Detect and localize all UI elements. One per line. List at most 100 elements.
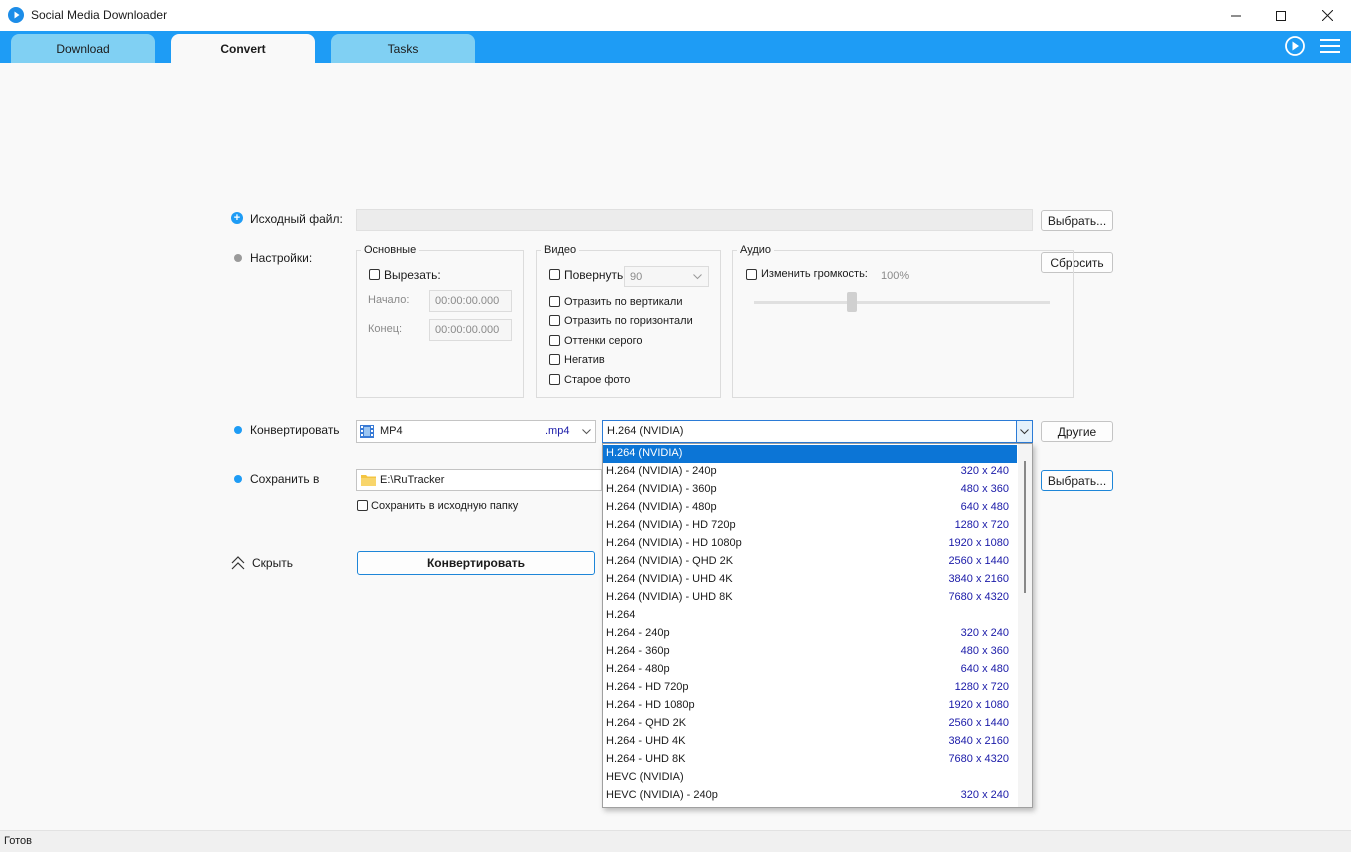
codec-option-resolution: 1280 x 720 xyxy=(954,519,1009,531)
codec-option-name: H.264 (NVIDIA) - HD 1080p xyxy=(606,537,742,549)
flip-vertical-label: Отразить по вертикали xyxy=(564,296,683,308)
negative-label: Негатив xyxy=(564,354,605,366)
minimize-button[interactable] xyxy=(1213,0,1259,31)
chevron-down-icon xyxy=(582,429,591,435)
start-time-field[interactable]: 00:00:00.000 xyxy=(429,290,512,312)
codec-option[interactable]: H.264 (NVIDIA) - 360p 480 x 360 xyxy=(603,481,1017,499)
settings-label: Настройки: xyxy=(250,251,313,265)
browse-source-button[interactable]: Выбрать... xyxy=(1041,210,1113,231)
codec-option[interactable]: H.264 (NVIDIA) - UHD 8K 7680 x 4320 xyxy=(603,589,1017,607)
format-select[interactable]: MP4 .mp4 xyxy=(356,420,596,443)
codec-option-name: H.264 (NVIDIA) - 360p xyxy=(606,483,717,495)
status-text: Готов xyxy=(4,835,32,847)
codec-option[interactable]: H.264 - 360p 480 x 360 xyxy=(603,643,1017,661)
codec-option[interactable]: H.264 - QHD 2K 2560 x 1440 xyxy=(603,715,1017,733)
codec-option-resolution: 320 x 240 xyxy=(960,789,1009,801)
source-file-label: Исходный файл: xyxy=(250,212,343,226)
codec-option-name: H.264 - QHD 2K xyxy=(606,717,687,729)
hamburger-icon[interactable] xyxy=(1320,37,1340,55)
codec-option-resolution: 3840 x 2160 xyxy=(948,573,1009,585)
codec-option[interactable]: H.264 (NVIDIA) xyxy=(603,445,1017,463)
format-extension: .mp4 xyxy=(545,425,570,437)
codec-option-name: H.264 - 360p xyxy=(606,645,670,657)
grayscale-checkbox[interactable] xyxy=(549,335,560,346)
codec-option-resolution: 1920 x 1080 xyxy=(948,537,1009,549)
save-path: E:\RuTracker xyxy=(380,474,445,486)
other-formats-button[interactable]: Другие xyxy=(1041,421,1113,442)
dropdown-scrollbar-thumb[interactable] xyxy=(1024,461,1026,593)
codec-option[interactable]: H.264 (NVIDIA) - UHD 4K 3840 x 2160 xyxy=(603,571,1017,589)
codec-option-resolution: 480 x 360 xyxy=(960,645,1009,657)
rotate-select[interactable]: 90 xyxy=(624,266,709,287)
play-circle-icon[interactable] xyxy=(1284,35,1306,57)
volume-slider-track[interactable] xyxy=(754,301,1050,304)
status-bar: Готов xyxy=(0,830,1351,852)
codec-option-name: H.264 - HD 1080p xyxy=(606,699,695,711)
codec-option[interactable]: H.264 - 480p 640 x 480 xyxy=(603,661,1017,679)
codec-option-resolution: 3840 x 2160 xyxy=(948,735,1009,747)
codec-option-resolution: 640 x 480 xyxy=(960,501,1009,513)
codec-option-name: H.264 (NVIDIA) - UHD 4K xyxy=(606,573,733,585)
codec-option[interactable]: H.264 - HD 720p 1280 x 720 xyxy=(603,679,1017,697)
flip-vertical-checkbox[interactable] xyxy=(549,296,560,307)
codec-option[interactable]: H.264 (NVIDIA) - HD 720p 1280 x 720 xyxy=(603,517,1017,535)
window-title: Social Media Downloader xyxy=(31,8,168,22)
codec-dropdown-button[interactable] xyxy=(1016,421,1032,442)
save-label: Сохранить в xyxy=(250,472,320,486)
codec-option-name: H.264 (NVIDIA) - UHD 8K xyxy=(606,591,733,603)
rotate-checkbox[interactable] xyxy=(549,269,560,280)
codec-option-name: H.264 xyxy=(606,609,636,621)
volume-checkbox[interactable] xyxy=(746,269,757,280)
old-photo-checkbox[interactable] xyxy=(549,374,560,385)
volume-slider-thumb[interactable] xyxy=(846,292,857,312)
negative-checkbox[interactable] xyxy=(549,354,560,365)
codec-option[interactable]: H.264 xyxy=(603,607,1017,625)
codec-select[interactable]: H.264 (NVIDIA) xyxy=(602,420,1033,443)
codec-option[interactable]: H.264 (NVIDIA) - 480p 640 x 480 xyxy=(603,499,1017,517)
codec-option[interactable]: H.264 (NVIDIA) - HD 1080p 1920 x 1080 xyxy=(603,535,1017,553)
codec-option[interactable]: HEVC (NVIDIA) xyxy=(603,769,1017,787)
rotate-value: 90 xyxy=(630,270,643,283)
hide-label[interactable]: Скрыть xyxy=(252,556,293,570)
codec-option[interactable]: H.264 - UHD 4K 3840 x 2160 xyxy=(603,733,1017,751)
settings-bullet-icon xyxy=(234,254,242,262)
same-folder-checkbox[interactable] xyxy=(357,500,368,511)
codec-option[interactable]: H.264 (NVIDIA) - QHD 2K 2560 x 1440 xyxy=(603,553,1017,571)
save-path-field[interactable]: E:\RuTracker xyxy=(356,469,602,491)
cut-checkbox[interactable] xyxy=(369,269,380,280)
dropdown-scrollbar[interactable] xyxy=(1018,444,1032,807)
collapse-icon[interactable] xyxy=(231,556,245,570)
format-name: MP4 xyxy=(380,425,403,437)
codec-dropdown-list: H.264 (NVIDIA) H.264 (NVIDIA) - 240p 320 x… xyxy=(602,443,1033,808)
chevron-down-icon xyxy=(693,274,702,280)
video-group-title: Видео xyxy=(541,244,580,256)
codec-option[interactable]: H.264 - 240p 320 x 240 xyxy=(603,625,1017,643)
tab-tasks[interactable]: Tasks xyxy=(331,34,475,63)
folder-icon xyxy=(361,473,376,486)
browse-save-button[interactable]: Выбрать... xyxy=(1041,470,1113,491)
codec-option[interactable]: H.264 - HD 1080p 1920 x 1080 xyxy=(603,697,1017,715)
source-file-input[interactable] xyxy=(356,209,1033,231)
convert-button[interactable]: Конвертировать xyxy=(357,551,595,575)
close-button[interactable] xyxy=(1304,0,1350,31)
codec-option[interactable]: HEVC (NVIDIA) - 240p 320 x 240 xyxy=(603,787,1017,805)
flip-horizontal-checkbox[interactable] xyxy=(549,315,560,326)
codec-option-resolution: 1280 x 720 xyxy=(954,681,1009,693)
codec-option-name: H.264 (NVIDIA) - QHD 2K xyxy=(606,555,734,567)
maximize-button[interactable] xyxy=(1258,0,1304,31)
codec-option-name: H.264 (NVIDIA) - 480p xyxy=(606,501,717,513)
convert-label: Конвертировать xyxy=(250,423,340,437)
codec-option-resolution: 7680 x 4320 xyxy=(948,753,1009,765)
end-time-field[interactable]: 00:00:00.000 xyxy=(429,319,512,341)
tab-convert[interactable]: Convert xyxy=(171,34,315,63)
cut-label: Вырезать: xyxy=(384,268,441,282)
codec-option-name: HEVC (NVIDIA) - 240p xyxy=(606,789,718,801)
tab-download[interactable]: Download xyxy=(11,34,155,63)
volume-label: Изменить громкость: xyxy=(761,268,868,280)
add-icon[interactable]: + xyxy=(231,212,243,224)
codec-option-resolution: 480 x 360 xyxy=(960,483,1009,495)
codec-option[interactable]: H.264 - UHD 8K 7680 x 4320 xyxy=(603,751,1017,769)
codec-option[interactable]: H.264 (NVIDIA) - 240p 320 x 240 xyxy=(603,463,1017,481)
codec-option-name: H.264 - HD 720p xyxy=(606,681,689,693)
codec-option-name: H.264 - UHD 8K xyxy=(606,753,686,765)
